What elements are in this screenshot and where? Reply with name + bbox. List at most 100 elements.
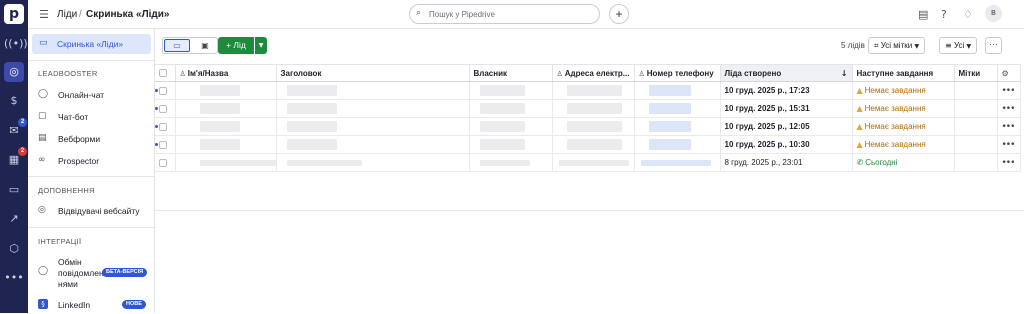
sidebar-item-linkedin[interactable]: § LinkedIn НОВЕ: [28, 296, 154, 314]
table-row[interactable]: 10 груд. 2025 р., 10:30 ▲ Немає завдання …: [155, 135, 1021, 154]
tips-bulb-icon[interactable]: ♢: [963, 8, 973, 21]
cell-phone[interactable]: [634, 135, 721, 154]
cell-labels[interactable]: [954, 153, 998, 172]
table-row[interactable]: 8 груд. 2025 р., 23:01 ✆ Сьогодні •••: [155, 153, 1021, 172]
select-all-checkbox[interactable]: [159, 69, 167, 78]
row-menu-icon[interactable]: •••: [1002, 104, 1016, 114]
help-icon[interactable]: ?: [941, 8, 947, 21]
avatar[interactable]: B: [985, 5, 1002, 22]
row-menu-icon[interactable]: •••: [1002, 158, 1016, 168]
cell-owner[interactable]: [469, 117, 553, 136]
table-row[interactable]: 10 груд. 2025 р., 17:23 ▲ Немає завдання …: [155, 81, 1021, 100]
global-search[interactable]: ⌕: [409, 4, 600, 24]
deals-dollar-icon[interactable]: $: [4, 91, 24, 111]
marketplace-icon[interactable]: ▤: [918, 8, 928, 21]
cell-owner[interactable]: [469, 153, 553, 172]
column-phone[interactable]: ♙ Номер телефону: [634, 64, 721, 82]
row-menu[interactable]: •••: [997, 117, 1021, 136]
pipedrive-logo[interactable]: p: [4, 4, 24, 24]
cell-phone[interactable]: [634, 81, 721, 100]
row-checkbox[interactable]: [159, 86, 167, 95]
sidebar-item-website-visitors[interactable]: ◎ Відвідувачі вебсайту: [28, 202, 154, 220]
cell-title[interactable]: [276, 153, 470, 172]
row-checkbox[interactable]: [159, 140, 167, 149]
select-all-cell[interactable]: [155, 64, 176, 82]
list-view-icon[interactable]: ▭: [164, 39, 190, 52]
quick-add-button[interactable]: +: [609, 4, 629, 24]
row-select-cell[interactable]: [155, 99, 176, 118]
cell-owner[interactable]: [469, 99, 553, 118]
sidebar-item-leads-inbox[interactable]: ▭ Скринька «Ліди»: [32, 34, 151, 54]
cell-labels[interactable]: [954, 99, 998, 118]
cell-email[interactable]: [552, 99, 635, 118]
cell-title[interactable]: [276, 135, 470, 154]
cell-labels[interactable]: [954, 81, 998, 100]
products-box-icon[interactable]: ⬡: [4, 239, 24, 259]
cell-email[interactable]: [552, 153, 635, 172]
labels-filter[interactable]: ⌗ Усі мітки ▼: [868, 37, 926, 54]
row-menu[interactable]: •••: [997, 135, 1021, 154]
cell-phone[interactable]: [634, 99, 721, 118]
sidebar-item-live-chat[interactable]: ◯ Онлайн-чат: [28, 86, 154, 104]
column-next-task[interactable]: Наступне завдання: [852, 64, 955, 82]
cell-labels[interactable]: [954, 135, 998, 154]
row-select-cell[interactable]: [155, 135, 176, 154]
row-checkbox[interactable]: [159, 158, 167, 167]
row-menu[interactable]: •••: [997, 99, 1021, 118]
cell-next-task[interactable]: ✆ Сьогодні: [852, 153, 955, 172]
row-checkbox[interactable]: [159, 104, 167, 113]
search-input[interactable]: [429, 8, 589, 20]
row-checkbox[interactable]: [159, 122, 167, 131]
owner-filter[interactable]: ≡ Усі ▼: [939, 37, 978, 54]
sidebar-item-prospector[interactable]: ∞ Prospector: [28, 152, 154, 170]
cell-next-task[interactable]: ▲ Немає завдання: [852, 117, 955, 136]
add-lead-button[interactable]: + Лід: [218, 37, 254, 54]
breadcrumb-root[interactable]: Ліди: [57, 9, 77, 20]
broadcast-icon[interactable]: ((•)): [4, 34, 28, 54]
cell-name[interactable]: [175, 99, 277, 118]
cell-owner[interactable]: [469, 135, 553, 154]
cell-email[interactable]: [552, 117, 635, 136]
cell-next-task[interactable]: ▲ Немає завдання: [852, 135, 955, 154]
cell-owner[interactable]: [469, 81, 553, 100]
row-menu[interactable]: •••: [997, 81, 1021, 100]
column-email[interactable]: ♙ Адреса електр...: [552, 64, 635, 82]
cell-phone[interactable]: [634, 117, 721, 136]
cell-name[interactable]: [175, 135, 277, 154]
row-menu[interactable]: •••: [997, 153, 1021, 172]
column-created[interactable]: Ліда створено ↓: [720, 64, 853, 82]
cell-labels[interactable]: [954, 117, 998, 136]
sidebar-item-messaging[interactable]: ◯ Обмін повідомлен нями БЕТА-ВЕРСІЯ: [28, 254, 154, 290]
cell-name[interactable]: [175, 117, 277, 136]
more-dots-icon[interactable]: •••: [4, 268, 24, 288]
leads-inbox-icon[interactable]: ◎: [4, 62, 24, 82]
insights-chart-icon[interactable]: ↗: [4, 209, 24, 229]
row-select-cell[interactable]: [155, 81, 176, 100]
row-menu-icon[interactable]: •••: [1002, 140, 1016, 150]
column-name[interactable]: ♙ Ім'я/Назва: [175, 64, 277, 82]
cell-name[interactable]: [175, 153, 277, 172]
sidebar-item-webforms[interactable]: ▤ Вебформи: [28, 130, 154, 148]
cell-phone[interactable]: [634, 153, 721, 172]
collapse-menu-icon[interactable]: ☰: [39, 8, 49, 21]
cell-title[interactable]: [276, 81, 470, 100]
archive-view-icon[interactable]: ▣: [193, 39, 217, 52]
table-row[interactable]: 10 груд. 2025 р., 15:31 ▲ Немає завдання …: [155, 99, 1021, 118]
column-title[interactable]: Заголовок: [276, 64, 470, 82]
more-options-button[interactable]: ···: [985, 37, 1002, 54]
column-labels[interactable]: Мітки: [954, 64, 998, 82]
card-icon[interactable]: ▭: [4, 180, 24, 200]
cell-title[interactable]: [276, 117, 470, 136]
cell-next-task[interactable]: ▲ Немає завдання: [852, 99, 955, 118]
cell-email[interactable]: [552, 81, 635, 100]
cell-title[interactable]: [276, 99, 470, 118]
add-lead-dropdown[interactable]: ▼: [255, 37, 267, 54]
row-menu-icon[interactable]: •••: [1002, 122, 1016, 132]
cell-email[interactable]: [552, 135, 635, 154]
column-owner[interactable]: Власник: [469, 64, 553, 82]
row-select-cell[interactable]: [155, 153, 176, 172]
row-menu-icon[interactable]: •••: [1002, 86, 1016, 96]
column-settings[interactable]: ⚙: [997, 64, 1021, 82]
row-select-cell[interactable]: [155, 117, 176, 136]
cell-next-task[interactable]: ▲ Немає завдання: [852, 81, 955, 100]
